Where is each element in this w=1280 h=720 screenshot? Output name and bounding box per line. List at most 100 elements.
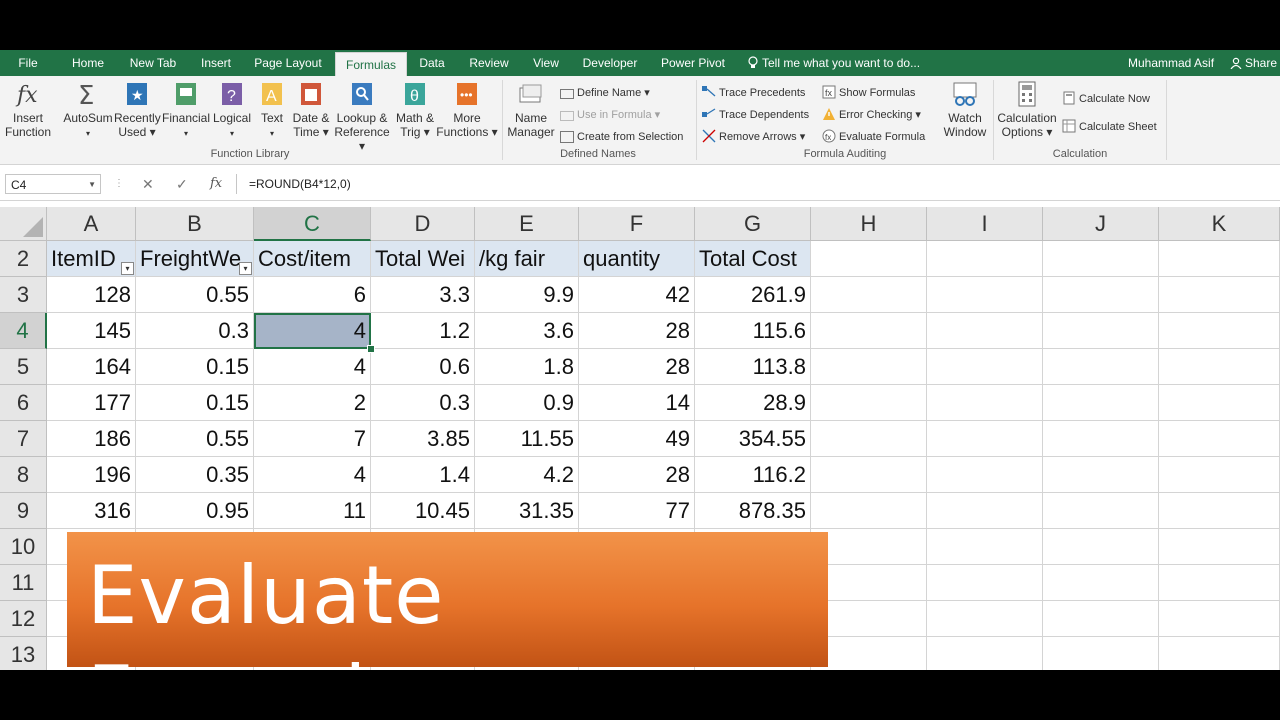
cell-h11[interactable] bbox=[811, 565, 927, 601]
calculate-now-button[interactable]: Calculate Now bbox=[1062, 90, 1150, 108]
cell-e5[interactable]: 1.8 bbox=[475, 349, 579, 385]
row-header-3[interactable]: 3 bbox=[0, 277, 47, 313]
cell-a6[interactable]: 177 bbox=[47, 385, 136, 421]
cell-a3[interactable]: 128 bbox=[47, 277, 136, 313]
cell-d8[interactable]: 1.4 bbox=[371, 457, 475, 493]
cell-b9[interactable]: 0.95 bbox=[136, 493, 254, 529]
text-button[interactable]: A Text ▾ bbox=[256, 80, 288, 141]
column-header-i[interactable]: I bbox=[927, 207, 1043, 241]
row-header-9[interactable]: 9 bbox=[0, 493, 47, 529]
logical-button[interactable]: ? Logical ▾ bbox=[210, 80, 254, 141]
show-formulas-button[interactable]: fx Show Formulas bbox=[822, 84, 915, 102]
cell-i9[interactable] bbox=[927, 493, 1043, 529]
trace-dependents-button[interactable]: Trace Dependents bbox=[702, 106, 809, 124]
column-header-e[interactable]: E bbox=[475, 207, 579, 241]
cell-j2[interactable] bbox=[1043, 241, 1159, 277]
autosum-button[interactable]: Σ AutoSum ▾ bbox=[62, 80, 114, 141]
cell-i6[interactable] bbox=[927, 385, 1043, 421]
more-functions-button[interactable]: ••• More Functions ▾ bbox=[436, 80, 498, 139]
cell-h7[interactable] bbox=[811, 421, 927, 457]
cell-g4[interactable]: 115.6 bbox=[695, 313, 811, 349]
cell-c7[interactable]: 7 bbox=[254, 421, 371, 457]
watch-window-button[interactable]: Watch Window bbox=[940, 80, 990, 139]
cell-a5[interactable]: 164 bbox=[47, 349, 136, 385]
cell-j12[interactable] bbox=[1043, 601, 1159, 637]
cell-g8[interactable]: 116.2 bbox=[695, 457, 811, 493]
lookup-reference-button[interactable]: Lookup & Reference ▾ bbox=[332, 80, 392, 153]
cell-i13[interactable] bbox=[927, 637, 1043, 670]
cell-i2[interactable] bbox=[927, 241, 1043, 277]
insert-function-fx-icon[interactable]: fx bbox=[210, 174, 222, 194]
cell-g6[interactable]: 28.9 bbox=[695, 385, 811, 421]
cell-d4[interactable]: 1.2 bbox=[371, 313, 475, 349]
column-header-c[interactable]: C bbox=[254, 207, 371, 241]
tab-formulas[interactable]: Formulas bbox=[335, 52, 407, 76]
trace-precedents-button[interactable]: Trace Precedents bbox=[702, 84, 805, 102]
tab-home[interactable]: Home bbox=[66, 50, 110, 76]
cell-e2[interactable]: /kg fair bbox=[475, 241, 579, 277]
select-all-corner[interactable] bbox=[0, 207, 47, 241]
column-header-k[interactable]: K bbox=[1159, 207, 1280, 241]
cell-k5[interactable] bbox=[1159, 349, 1280, 385]
cell-h2[interactable] bbox=[811, 241, 927, 277]
cell-d3[interactable]: 3.3 bbox=[371, 277, 475, 313]
cell-g3[interactable]: 261.9 bbox=[695, 277, 811, 313]
cell-h8[interactable] bbox=[811, 457, 927, 493]
cell-k11[interactable] bbox=[1159, 565, 1280, 601]
cell-c6[interactable]: 2 bbox=[254, 385, 371, 421]
cell-g9[interactable]: 878.35 bbox=[695, 493, 811, 529]
column-header-a[interactable]: A bbox=[47, 207, 136, 241]
cell-b2[interactable]: FreightWe bbox=[136, 241, 254, 277]
cell-h12[interactable] bbox=[811, 601, 927, 637]
cell-h6[interactable] bbox=[811, 385, 927, 421]
cell-i8[interactable] bbox=[927, 457, 1043, 493]
fill-handle[interactable] bbox=[367, 345, 375, 353]
cell-g2[interactable]: Total Cost bbox=[695, 241, 811, 277]
filter-dropdown-icon[interactable]: ▾ bbox=[239, 262, 252, 275]
cell-d6[interactable]: 0.3 bbox=[371, 385, 475, 421]
cell-f8[interactable]: 28 bbox=[579, 457, 695, 493]
cell-h3[interactable] bbox=[811, 277, 927, 313]
cell-k13[interactable] bbox=[1159, 637, 1280, 670]
formula-input[interactable]: =ROUND(B4*12,0) bbox=[236, 174, 1280, 194]
cell-j9[interactable] bbox=[1043, 493, 1159, 529]
cell-a4[interactable]: 145 bbox=[47, 313, 136, 349]
cell-e3[interactable]: 9.9 bbox=[475, 277, 579, 313]
tab-view[interactable]: View bbox=[528, 50, 564, 76]
enter-check-icon[interactable]: ✓ bbox=[176, 174, 188, 194]
cell-k8[interactable] bbox=[1159, 457, 1280, 493]
calculate-sheet-button[interactable]: Calculate Sheet bbox=[1062, 118, 1157, 136]
chevron-down-icon[interactable]: ▼ bbox=[88, 175, 96, 195]
user-name[interactable]: Muhammad Asif bbox=[1128, 50, 1214, 76]
recently-used-button[interactable]: ★ Recently Used ▾ bbox=[114, 80, 161, 139]
cell-e7[interactable]: 11.55 bbox=[475, 421, 579, 457]
column-header-b[interactable]: B bbox=[136, 207, 254, 241]
cell-i11[interactable] bbox=[927, 565, 1043, 601]
share-button[interactable]: Share bbox=[1230, 50, 1277, 76]
cell-j7[interactable] bbox=[1043, 421, 1159, 457]
cell-f7[interactable]: 49 bbox=[579, 421, 695, 457]
cell-b3[interactable]: 0.55 bbox=[136, 277, 254, 313]
cell-h4[interactable] bbox=[811, 313, 927, 349]
financial-button[interactable]: Financial ▾ bbox=[162, 80, 210, 141]
row-header-5[interactable]: 5 bbox=[0, 349, 47, 385]
date-time-button[interactable]: Date & Time ▾ bbox=[290, 80, 332, 139]
tab-data[interactable]: Data bbox=[414, 50, 450, 76]
cell-k2[interactable] bbox=[1159, 241, 1280, 277]
cell-k3[interactable] bbox=[1159, 277, 1280, 313]
cell-b5[interactable]: 0.15 bbox=[136, 349, 254, 385]
cell-b8[interactable]: 0.35 bbox=[136, 457, 254, 493]
create-from-selection-button[interactable]: Create from Selection bbox=[560, 128, 683, 146]
column-header-j[interactable]: J bbox=[1043, 207, 1159, 241]
row-header-6[interactable]: 6 bbox=[0, 385, 47, 421]
tab-review[interactable]: Review bbox=[466, 50, 512, 76]
cell-i3[interactable] bbox=[927, 277, 1043, 313]
row-header-12[interactable]: 12 bbox=[0, 601, 47, 637]
cell-k9[interactable] bbox=[1159, 493, 1280, 529]
name-manager-button[interactable]: Name Manager bbox=[506, 80, 556, 139]
cell-e6[interactable]: 0.9 bbox=[475, 385, 579, 421]
evaluate-formula-button[interactable]: fx Evaluate Formula bbox=[822, 128, 925, 146]
cell-k6[interactable] bbox=[1159, 385, 1280, 421]
error-checking-button[interactable]: Error Checking ▾ bbox=[822, 106, 921, 124]
cell-i7[interactable] bbox=[927, 421, 1043, 457]
